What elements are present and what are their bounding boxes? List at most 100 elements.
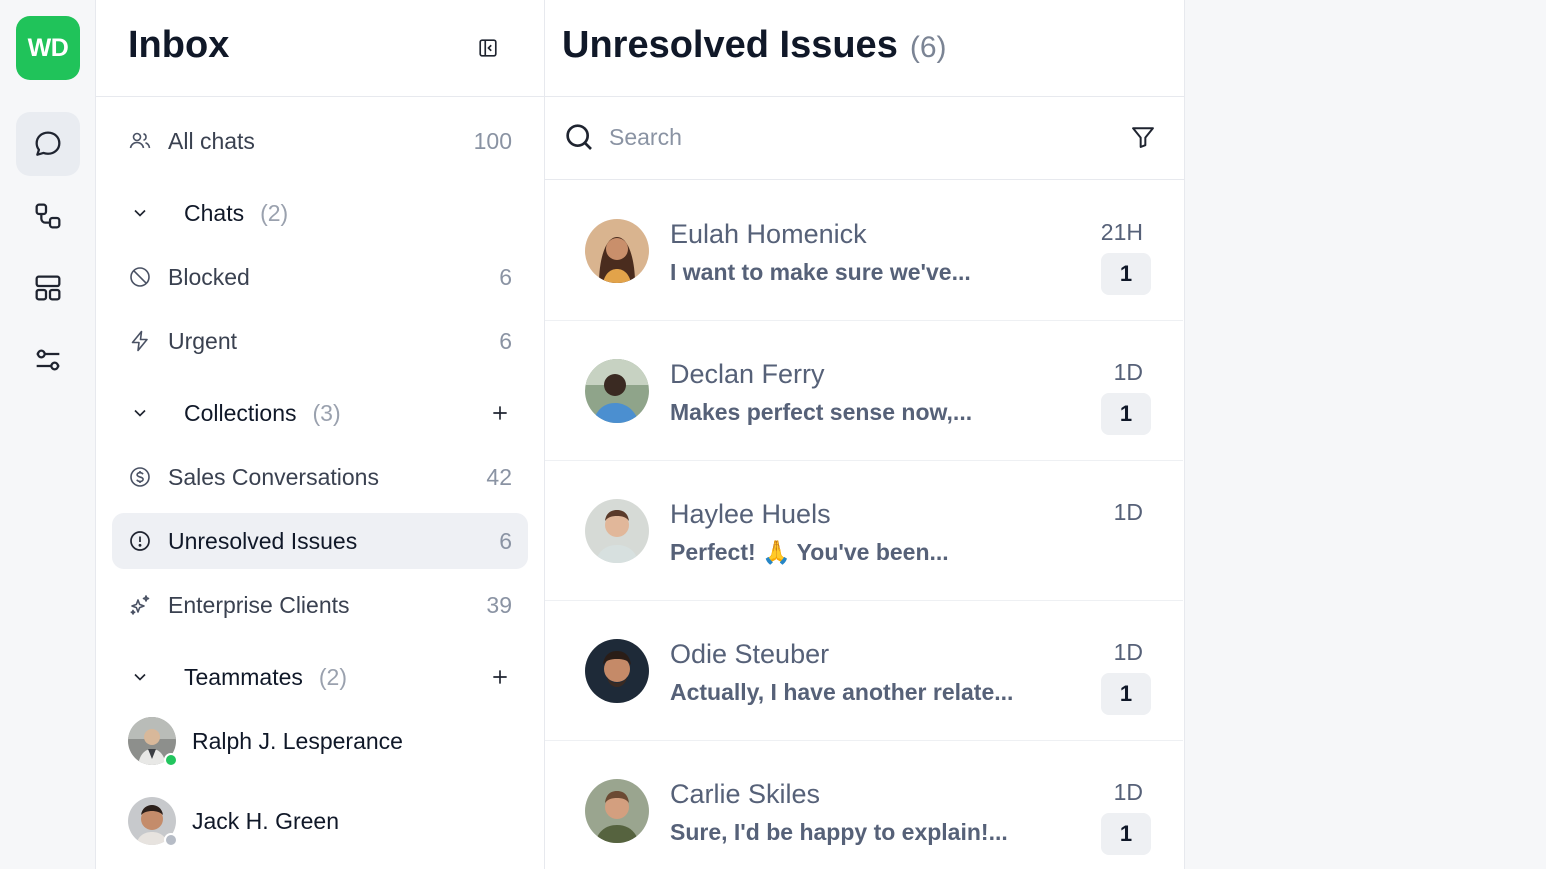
filter-button[interactable] <box>1129 123 1157 151</box>
group-count: (3) <box>312 399 341 426</box>
sidebar-item-label: Enterprise Clients <box>168 591 350 618</box>
conversation-row[interactable]: Eulah Homenick I want to make sure we've… <box>545 181 1183 321</box>
message-preview: I want to make sure we've... <box>670 259 971 285</box>
add-teammate-button[interactable] <box>488 665 512 689</box>
add-collection-button[interactable] <box>488 401 512 425</box>
app-rail: WD <box>0 0 96 869</box>
avatar <box>128 717 178 767</box>
sidebar-item-sales-conversations[interactable]: Sales Conversations 42 <box>112 449 528 505</box>
sidebar-item-label: Sales Conversations <box>168 463 379 490</box>
collections-group-header[interactable]: Collections (3) <box>112 385 528 441</box>
sidebar-item-label: Blocked <box>168 263 250 290</box>
filter-icon <box>1132 127 1154 148</box>
sidebar-title: Inbox <box>128 24 230 66</box>
sidebar-item-count: 100 <box>473 127 512 154</box>
conversation-row[interactable]: Odie Steuber Actually, I have another re… <box>545 601 1183 741</box>
sidebar-item-count: 6 <box>499 327 512 354</box>
sidebar-item-blocked[interactable]: Blocked 6 <box>112 249 528 305</box>
sidebar-item-urgent[interactable]: Urgent 6 <box>112 313 528 369</box>
message-preview: Sure, I'd be happy to explain!... <box>670 819 1008 845</box>
chats-group-header[interactable]: Chats (2) <box>112 185 528 241</box>
chevron-down-icon[interactable] <box>128 401 152 425</box>
workflows-nav-button[interactable] <box>16 184 80 248</box>
sidebar-item-count: 6 <box>499 263 512 290</box>
sparkles-icon <box>128 593 152 617</box>
sidebar-item-label: Urgent <box>168 327 238 354</box>
sidebar-item-unresolved-issues[interactable]: Unresolved Issues 6 <box>112 513 528 569</box>
layout-icon <box>35 275 61 301</box>
page-title: Unresolved Issues (6) <box>562 24 947 67</box>
avatar <box>585 219 649 283</box>
workflow-icon <box>35 203 61 229</box>
list-header: Unresolved Issues (6) <box>545 0 1184 97</box>
chevron-down-icon[interactable] <box>128 201 152 225</box>
users-icon <box>128 129 152 153</box>
teammate-name: Ralph J. Lesperance <box>192 727 403 754</box>
teammate-item[interactable]: Ralph J. Lesperance <box>128 713 528 769</box>
avatar <box>128 797 178 847</box>
presence-indicator <box>164 833 178 847</box>
chevron-down-icon[interactable] <box>128 665 152 689</box>
inbox-sidebar: Inbox All chats 100 Chats (2) Blocked 6 … <box>96 0 545 869</box>
conversation-row[interactable]: Haylee Huels Perfect! 🙏 You've been... 1… <box>545 461 1183 601</box>
sidebar-header: Inbox <box>96 0 544 97</box>
timestamp: 1D <box>1113 779 1143 805</box>
unread-badge: 1 <box>1101 393 1151 435</box>
contact-name: Carlie Skiles <box>670 779 821 809</box>
unread-badge: 1 <box>1101 253 1151 295</box>
conversation-row[interactable]: Carlie Skiles Sure, I'd be happy to expl… <box>545 741 1183 869</box>
avatar <box>585 639 649 703</box>
sidebar-item-enterprise-clients[interactable]: Enterprise Clients 39 <box>112 577 528 633</box>
sidebar-item-count: 39 <box>486 591 512 618</box>
sidebar-item-count: 42 <box>486 463 512 490</box>
workspace-logo[interactable]: WD <box>16 16 80 80</box>
sidebar-item-label: All chats <box>168 127 255 154</box>
message-preview: Makes perfect sense now,... <box>670 399 973 425</box>
message-preview: Actually, I have another relate... <box>670 679 1014 705</box>
message-preview: Perfect! 🙏 You've been... <box>670 539 949 565</box>
teammate-name: Jack H. Green <box>192 807 339 834</box>
chats-nav-button[interactable] <box>16 112 80 176</box>
group-count: (2) <box>318 663 347 690</box>
avatar <box>585 359 649 423</box>
search-bar <box>545 97 1184 180</box>
conversation-row[interactable]: Declan Ferry Makes perfect sense now,...… <box>545 321 1183 461</box>
empty-detail-area <box>1185 0 1546 869</box>
list-count: (6) <box>909 31 947 64</box>
plus-icon <box>493 670 507 684</box>
list-title-text: Unresolved Issues <box>562 24 898 66</box>
layouts-nav-button[interactable] <box>16 256 80 320</box>
contact-name: Odie Steuber <box>670 639 830 669</box>
search-icon <box>566 124 592 150</box>
sidebar-item-count: 6 <box>499 527 512 554</box>
settings-nav-button[interactable] <box>16 328 80 392</box>
contact-name: Haylee Huels <box>670 499 831 529</box>
timestamp: 21H <box>1100 219 1143 245</box>
collapse-sidebar-button[interactable] <box>474 34 502 62</box>
teammates-group-header[interactable]: Teammates (2) <box>112 649 528 705</box>
dollar-coin-icon <box>128 465 152 489</box>
group-count: (2) <box>260 199 289 226</box>
chat-bubble-icon <box>35 131 61 156</box>
contact-name: Eulah Homenick <box>670 219 867 249</box>
group-label: Teammates <box>184 663 303 690</box>
blocked-icon <box>128 265 152 289</box>
sidebar-item-all-chats[interactable]: All chats 100 <box>112 113 528 169</box>
group-label: Chats <box>184 199 245 226</box>
unread-badge: 1 <box>1101 673 1151 715</box>
contact-name: Declan Ferry <box>670 359 825 389</box>
lightning-icon <box>128 329 152 353</box>
timestamp: 1D <box>1113 359 1143 385</box>
timestamp: 1D <box>1113 639 1143 665</box>
search-input[interactable] <box>609 117 1089 157</box>
avatar <box>585 779 649 843</box>
presence-indicator <box>164 753 178 767</box>
settings-sliders-icon <box>36 349 60 371</box>
sidebar-item-label: Unresolved Issues <box>168 527 358 554</box>
conversation-list-panel: Unresolved Issues (6) Eulah Homenick I wa… <box>545 0 1185 869</box>
teammate-item[interactable]: Jack H. Green <box>128 793 528 849</box>
avatar <box>585 499 649 563</box>
collapse-panel-icon <box>479 39 497 57</box>
group-label: Collections <box>184 399 297 426</box>
timestamp: 1D <box>1113 499 1143 525</box>
